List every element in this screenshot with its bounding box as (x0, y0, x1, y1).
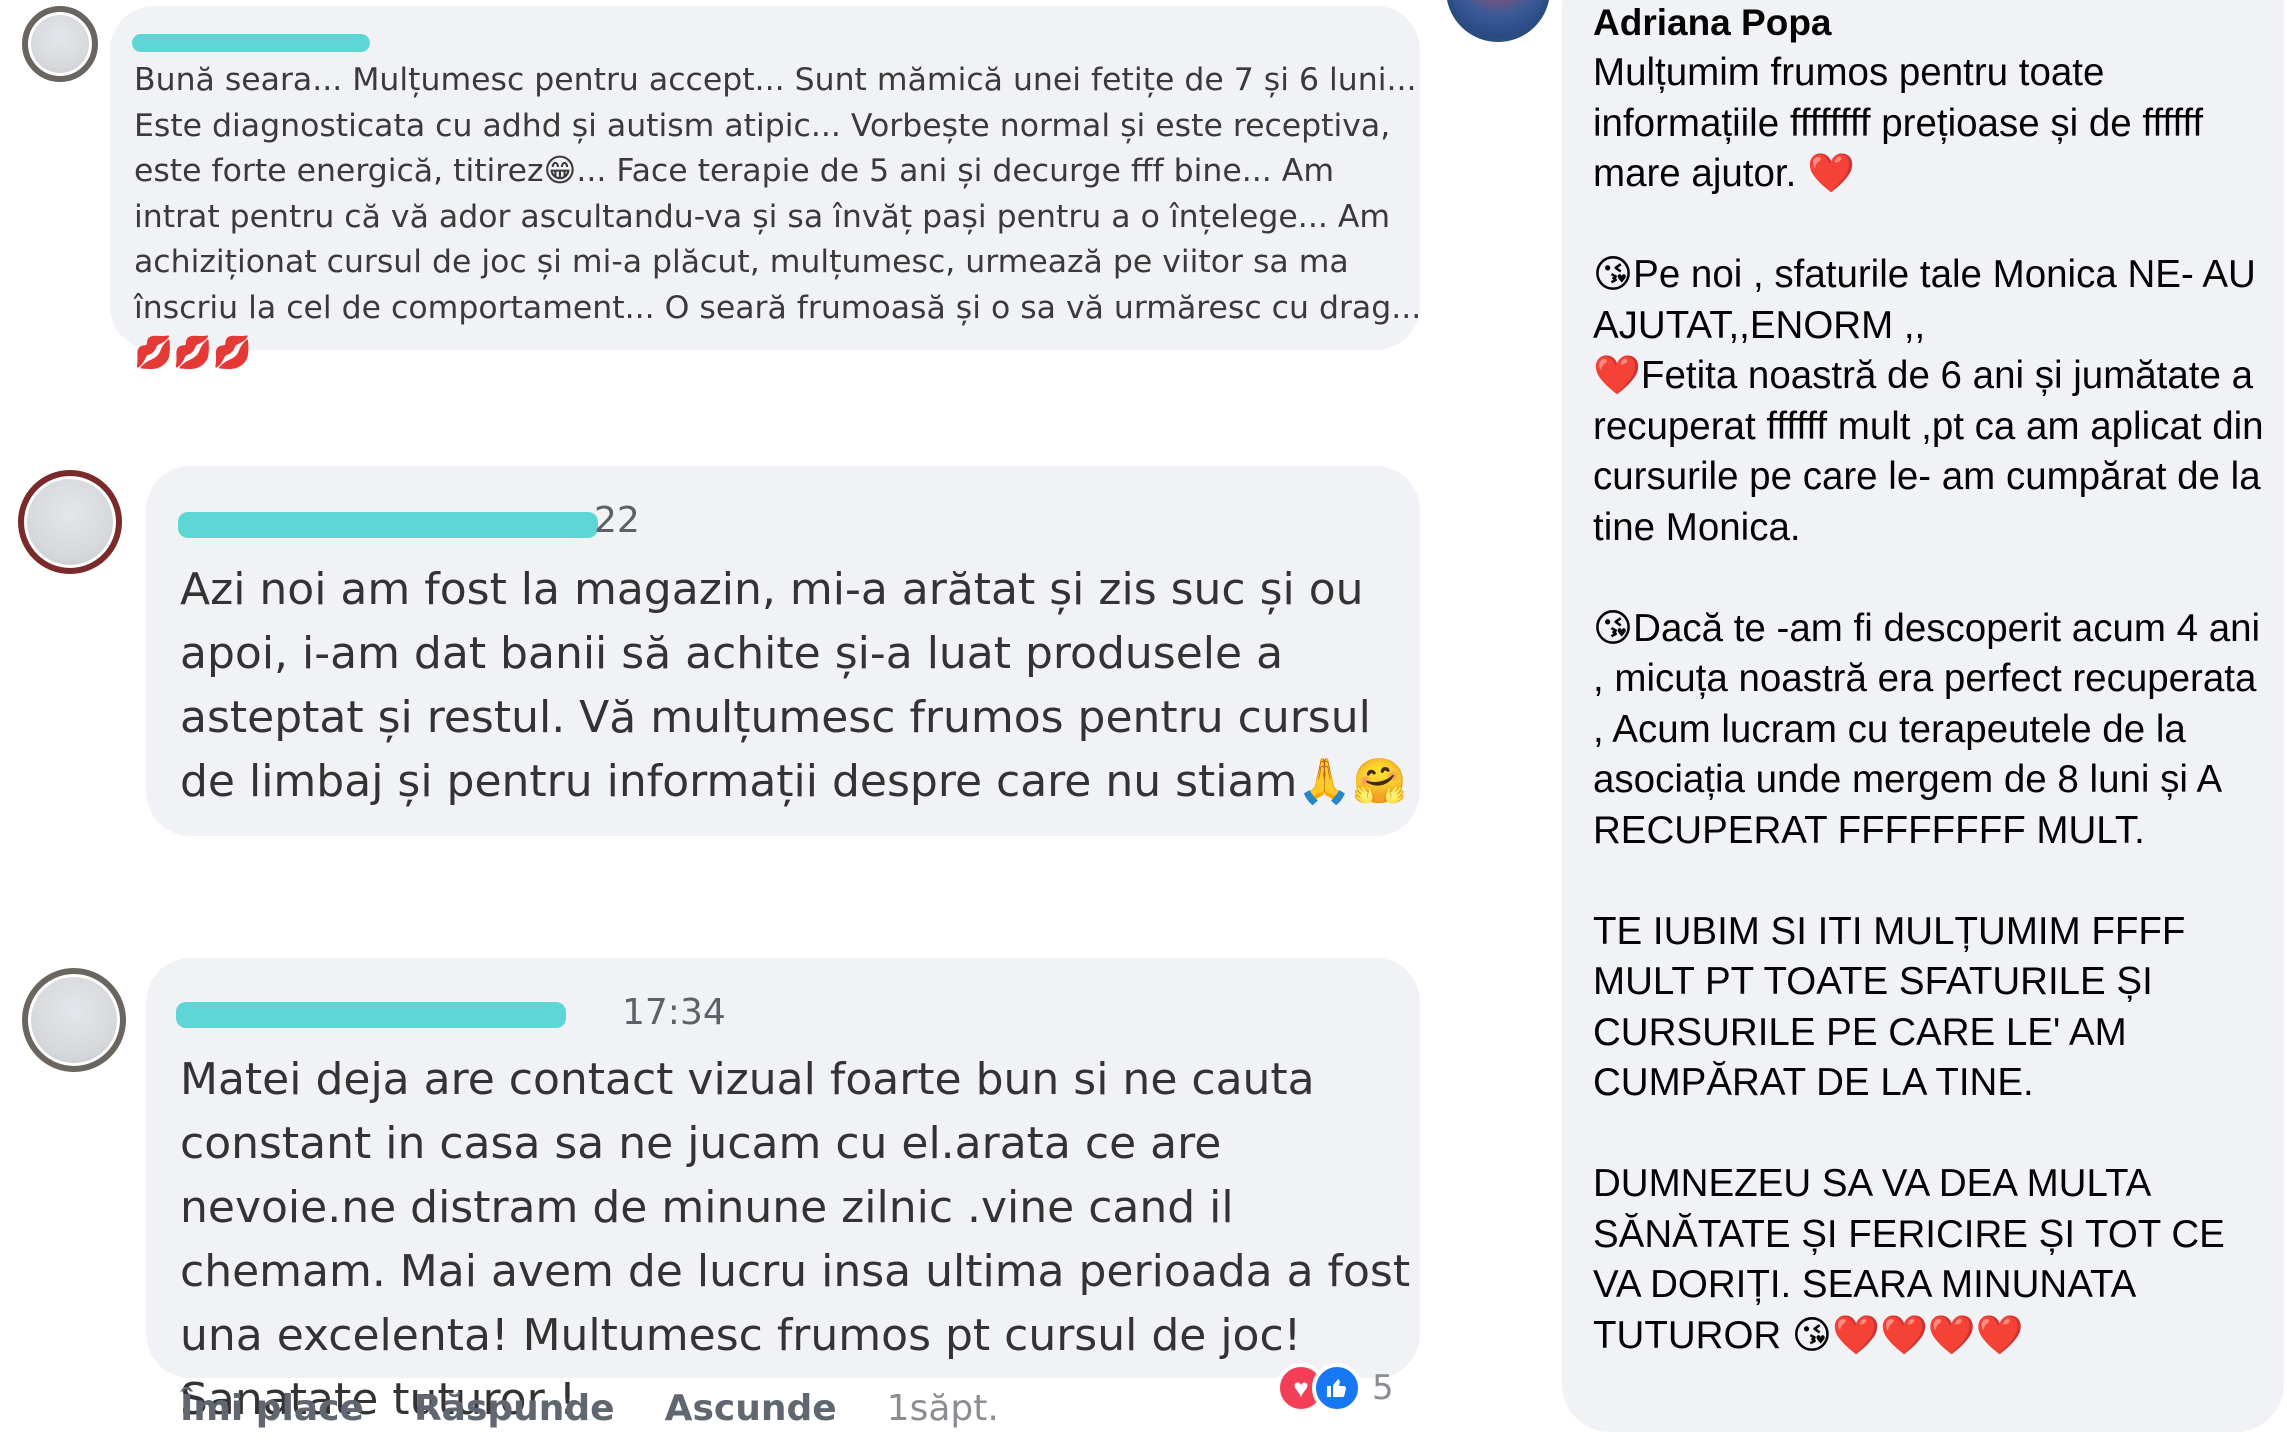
comment-bubble: 17:34 Matei deja are contact vizual foar… (146, 958, 1420, 1425)
reply-button[interactable]: Răspunde (414, 1388, 615, 1438)
comment-text: Matei deja are contact vizual foarte bun… (180, 1054, 1425, 1425)
thumbs-up-icon (1312, 1363, 1362, 1413)
comment-bubble: Bună seara... Mulțumesc pentru accept...… (110, 6, 1421, 371)
comment-age[interactable]: 1săpt. (887, 1388, 999, 1438)
commenter-avatar[interactable] (22, 6, 98, 82)
reaction-summary[interactable]: ♥ 5 (1276, 1360, 1394, 1416)
commenter-avatar[interactable] (18, 470, 122, 574)
comment-text: Mulțumim frumos pentru toate informațiil… (1593, 51, 2264, 1357)
redacted-author-name (176, 1002, 566, 1028)
hide-button[interactable]: Ascunde (665, 1388, 837, 1438)
commenter-avatar[interactable] (22, 968, 126, 1072)
comment-bubble: 22 Azi noi am fost la magazin, mi-a arăt… (146, 466, 1420, 836)
comment-text: Bună seara... Mulțumesc pentru accept...… (134, 62, 1432, 371)
commenter-avatar[interactable] (1446, 0, 1550, 42)
comment-time: 22 (594, 500, 640, 541)
comment-time: 17:34 (622, 992, 726, 1033)
redacted-author-name (178, 512, 598, 538)
like-button[interactable]: Îmi place (180, 1388, 364, 1438)
comment-actions: Îmi place Răspunde Ascunde 1săpt. (180, 1388, 999, 1438)
redacted-author-name (132, 34, 370, 52)
reaction-count: 5 (1372, 1368, 1394, 1408)
comment-text: Azi noi am fost la magazin, mi-a arătat … (180, 564, 1407, 807)
comment-author[interactable]: Adriana Popa (1593, 2, 1832, 44)
